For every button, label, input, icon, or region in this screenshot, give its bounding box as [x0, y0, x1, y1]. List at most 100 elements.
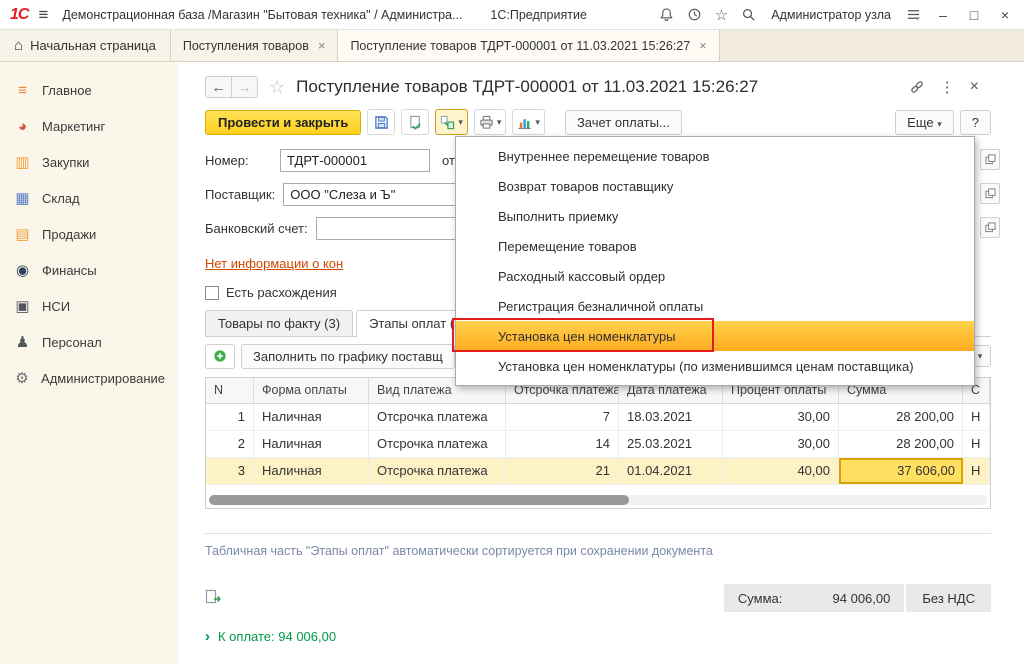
horizontal-scrollbar[interactable] — [209, 495, 987, 505]
cell-date[interactable]: 18.03.2021 — [619, 404, 723, 430]
column-header[interactable]: N — [206, 378, 254, 403]
service-menu-icon[interactable] — [906, 8, 921, 21]
more-button[interactable]: Еще ▾ — [895, 110, 954, 135]
history-clock-icon[interactable] — [687, 7, 702, 22]
favorites-star-icon[interactable]: ☆ — [715, 6, 728, 24]
tab-goods-receipt-document[interactable]: Поступление товаров ТДРТ-000001 от 11.03… — [338, 30, 719, 61]
cell-sum[interactable]: 28 200,00 — [839, 404, 963, 430]
post-and-close-button[interactable]: Провести и закрыть — [205, 110, 361, 135]
menu-item-return-to-supplier[interactable]: Возврат товаров поставщику — [456, 171, 974, 201]
counterparty-warning-link[interactable]: Нет информации о кон — [205, 256, 343, 271]
cell-payment-form[interactable]: Наличная — [254, 458, 369, 484]
cell-date[interactable]: 01.04.2021 — [619, 458, 723, 484]
cell-percent[interactable]: 40,00 — [723, 458, 839, 484]
fill-by-schedule-button[interactable]: Заполнить по графику поставщ — [241, 344, 455, 369]
close-tab-icon[interactable]: × — [699, 38, 707, 53]
sidebar-item-finance[interactable]: ◉ Финансы — [0, 252, 178, 288]
supplier-choose-button[interactable] — [980, 183, 1000, 204]
cell-n[interactable]: 1 — [206, 404, 254, 430]
cell-delay[interactable]: 7 — [506, 404, 619, 430]
scrollbar-thumb[interactable] — [209, 495, 629, 505]
save-button[interactable] — [367, 109, 395, 135]
back-button[interactable]: ← — [205, 76, 232, 98]
print-button[interactable]: ▾ — [474, 109, 507, 135]
cell-extra[interactable]: Н — [963, 404, 990, 430]
close-tab-icon[interactable]: × — [318, 38, 326, 53]
sidebar-item-marketing[interactable]: ◕ Маркетинг — [0, 108, 178, 144]
cell-n[interactable]: 3 — [206, 458, 254, 484]
sidebar-item-nsi[interactable]: ▣ НСИ — [0, 288, 178, 324]
link-icon[interactable] — [909, 79, 925, 95]
chevron-down-icon: ▾ — [458, 117, 463, 128]
cell-payment-kind[interactable]: Отсрочка платежа — [369, 431, 506, 457]
menu-item-goods-transfer[interactable]: Перемещение товаров — [456, 231, 974, 261]
minimize-button[interactable]: – — [934, 7, 952, 23]
more-kebab-icon[interactable]: ⋮ — [940, 78, 955, 96]
sidebar-item-warehouse[interactable]: ▦ Склад — [0, 180, 178, 216]
tab-goods-by-fact[interactable]: Товары по факту (3) — [205, 310, 353, 336]
home-page-tab[interactable]: ⌂ Начальная страница — [0, 30, 171, 61]
cell-delay[interactable]: 14 — [506, 431, 619, 457]
attachment-doc-icon[interactable] — [205, 589, 222, 608]
cell-payment-kind[interactable]: Отсрочка платежа — [369, 458, 506, 484]
payment-offset-button[interactable]: Зачет оплаты... — [565, 110, 682, 135]
cell-payment-kind[interactable]: Отсрочка платежа — [369, 404, 506, 430]
close-document-icon[interactable]: × — [970, 78, 979, 96]
supplier-label: Поставщик: — [205, 187, 283, 202]
cell-payment-form[interactable]: Наличная — [254, 404, 369, 430]
menu-item-internal-transfer[interactable]: Внутреннее перемещение товаров — [456, 141, 974, 171]
discrepancy-checkbox[interactable] — [205, 286, 219, 300]
tab-label: Поступление товаров ТДРТ-000001 от 11.03… — [350, 39, 690, 53]
column-header[interactable]: Форма оплаты — [254, 378, 369, 403]
favorite-star-icon[interactable]: ☆ — [269, 77, 285, 98]
cell-extra[interactable]: Н — [963, 431, 990, 457]
notifications-bell-icon[interactable] — [659, 7, 674, 22]
create-based-on-button[interactable]: ▾ — [435, 109, 468, 135]
sidebar-item-sales[interactable]: ▤ Продажи — [0, 216, 178, 252]
sum-value: 94 006,00 — [810, 591, 890, 606]
cell-sum[interactable]: 28 200,00 — [839, 431, 963, 457]
menu-item-perform-acceptance[interactable]: Выполнить приемку — [456, 201, 974, 231]
cell-percent[interactable]: 30,00 — [723, 404, 839, 430]
add-row-button[interactable] — [205, 344, 235, 369]
table-row[interactable]: 2 Наличная Отсрочка платежа 14 25.03.202… — [206, 431, 990, 458]
sidebar-item-staff[interactable]: ♟ Персонал — [0, 324, 178, 360]
sidebar-item-main[interactable]: ≡ Главное — [0, 72, 178, 108]
number-choose-button[interactable] — [980, 149, 1000, 170]
menu-item-set-item-prices[interactable]: Установка цен номенклатуры — [456, 321, 974, 351]
bank-account-choose-button[interactable] — [980, 217, 1000, 238]
to-pay-link[interactable]: › К оплате: 94 006,00 — [205, 628, 336, 645]
menu-item-set-item-prices-by-changed[interactable]: Установка цен номенклатуры (по изменивши… — [456, 351, 974, 381]
current-user-label[interactable]: Администратор узла — [771, 8, 891, 22]
cell-sum-active[interactable]: 37 606,00 — [839, 458, 963, 484]
app-name: 1С:Предприятие — [490, 8, 587, 22]
sidebar-item-purchases[interactable]: ▥ Закупки — [0, 144, 178, 180]
post-document-button[interactable] — [401, 109, 429, 135]
cell-percent[interactable]: 30,00 — [723, 431, 839, 457]
cell-date[interactable]: 25.03.2021 — [619, 431, 723, 457]
main-menu-icon[interactable]: ≡ — [38, 5, 48, 25]
sidebar-item-label: Главное — [42, 83, 92, 98]
close-window-button[interactable]: × — [996, 7, 1014, 23]
maximize-button[interactable]: □ — [965, 7, 983, 23]
app-window: 1С ≡ Демонстрационная база /Магазин "Быт… — [0, 0, 1024, 664]
staff-icon: ♟ — [13, 333, 32, 351]
table-row-selected[interactable]: 3 Наличная Отсрочка платежа 21 01.04.202… — [206, 458, 990, 485]
reports-button[interactable]: ▾ — [512, 109, 545, 135]
titlebar-actions: ☆ Администратор узла – □ × — [659, 6, 1014, 24]
menu-item-cashless-payment-registration[interactable]: Регистрация безналичной оплаты — [456, 291, 974, 321]
cell-payment-form[interactable]: Наличная — [254, 431, 369, 457]
search-icon[interactable] — [741, 7, 756, 22]
chevron-down-icon: ▾ — [978, 351, 983, 362]
cell-extra[interactable]: Н — [963, 458, 990, 484]
table-row[interactable]: 1 Наличная Отсрочка платежа 7 18.03.2021… — [206, 404, 990, 431]
tab-goods-receipts-list[interactable]: Поступления товаров × — [171, 30, 339, 61]
sidebar-item-administration[interactable]: ⚙ Администрирование — [0, 360, 178, 396]
menu-item-cash-outflow-order[interactable]: Расходный кассовый ордер — [456, 261, 974, 291]
cell-delay[interactable]: 21 — [506, 458, 619, 484]
create-based-on-menu: Внутреннее перемещение товаров Возврат т… — [455, 136, 975, 386]
forward-button[interactable]: → — [231, 76, 258, 98]
cell-n[interactable]: 2 — [206, 431, 254, 457]
help-button[interactable]: ? — [960, 110, 991, 135]
number-input[interactable] — [280, 149, 430, 172]
